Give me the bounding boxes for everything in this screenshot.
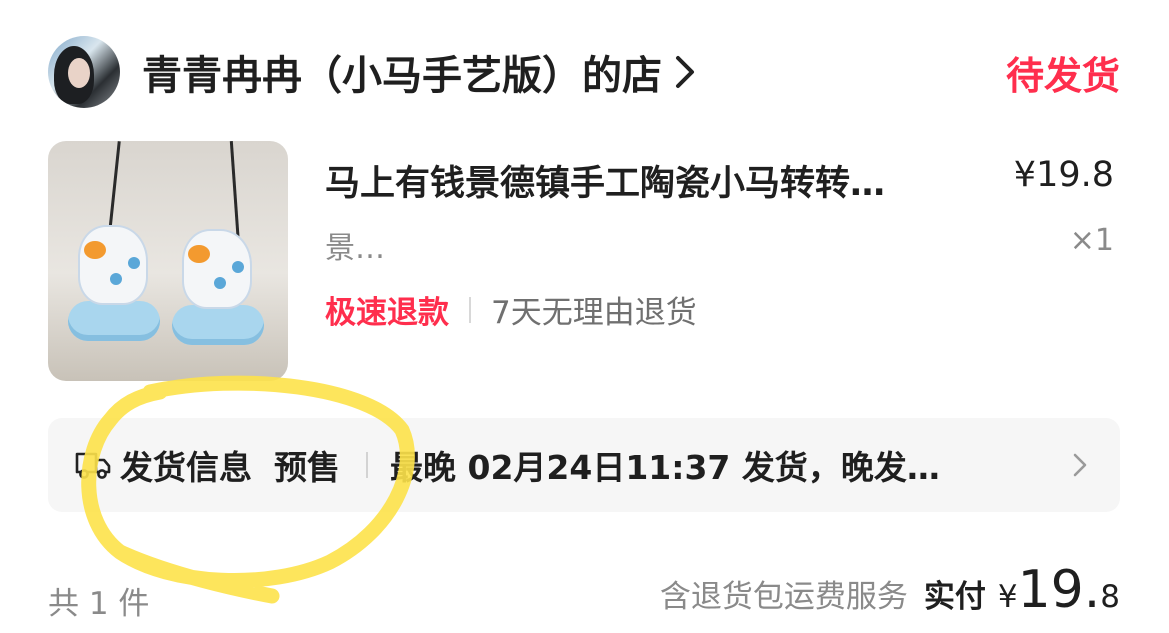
shop-name[interactable]: 青青冉冉（小马手艺版）的店 xyxy=(142,43,662,101)
payment-summary: 含退货包运费服务 实付 ¥ 19. 8 xyxy=(660,560,1120,620)
fast-refund-tag: 极速退款 xyxy=(325,295,449,331)
avatar-face xyxy=(68,58,90,88)
shipping-label: 发货信息 xyxy=(120,448,252,487)
shipping-divider xyxy=(366,452,368,478)
paid-amount-integer: 19. xyxy=(1017,560,1101,620)
image-spot xyxy=(110,273,122,285)
tag-divider xyxy=(469,296,471,323)
shop-avatar[interactable] xyxy=(48,36,120,108)
return-policy-tag: 7天无理由退货 xyxy=(491,295,697,331)
order-summary: 共 1 件 含退货包运费服务 实付 ¥ 19. 8 xyxy=(48,560,1120,630)
shipping-deadline: 最晚 02月24日11:37 发货，晚发… xyxy=(390,448,940,487)
presale-label: 预售 xyxy=(274,448,340,487)
service-tags: 极速退款 7天无理由退货 xyxy=(325,287,697,332)
currency-symbol: ¥ xyxy=(997,579,1018,615)
chevron-right-icon[interactable] xyxy=(674,52,700,92)
return-shipping-service: 含退货包运费服务 xyxy=(659,579,908,615)
product-quantity: ×1 xyxy=(1069,223,1114,258)
product-item[interactable]: 马上有钱景德镇手工陶瓷小马转转… ¥19.8 景… ×1 极速退款 7天无理由退… xyxy=(48,141,1120,383)
image-saddle xyxy=(188,245,210,263)
product-spec: 景… xyxy=(325,231,385,266)
truck-icon xyxy=(74,448,112,482)
item-count: 共 1 件 xyxy=(48,586,150,622)
image-horse xyxy=(182,229,252,309)
shipping-info-bar[interactable]: 发货信息 预售 最晚 02月24日11:37 发货，晚发… xyxy=(48,418,1120,512)
image-spot xyxy=(232,261,244,273)
image-spot xyxy=(128,257,140,269)
order-status: 待发货 xyxy=(1005,53,1120,98)
chevron-right-icon[interactable] xyxy=(1072,448,1090,482)
paid-label: 实付 xyxy=(923,579,986,615)
image-cloud-base xyxy=(68,301,160,341)
image-saddle xyxy=(84,241,106,259)
product-price: ¥19.8 xyxy=(1013,155,1114,195)
shop-header[interactable]: 青青冉冉（小马手艺版）的店 待发货 xyxy=(48,34,1120,110)
image-cloud-base xyxy=(172,305,264,345)
image-spot xyxy=(214,277,226,289)
product-title[interactable]: 马上有钱景德镇手工陶瓷小马转转… xyxy=(325,155,995,206)
paid-amount-decimal: 8 xyxy=(1100,579,1120,615)
image-horse xyxy=(78,225,148,305)
product-image[interactable] xyxy=(48,141,288,381)
